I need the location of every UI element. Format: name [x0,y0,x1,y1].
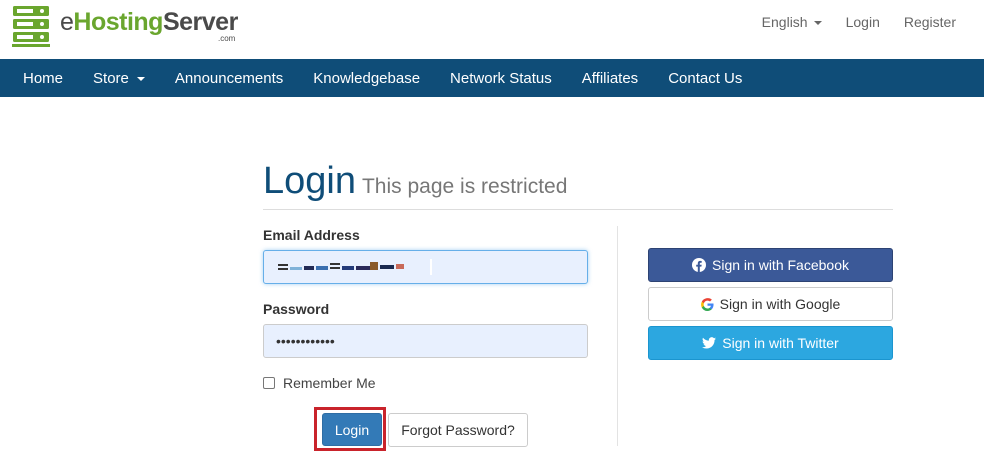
nav-announcements[interactable]: Announcements [160,70,298,87]
page-title-main: Login [263,160,356,202]
twitter-signin-label: Sign in with Twitter [722,335,839,351]
twitter-signin-button[interactable]: Sign in with Twitter [648,326,893,360]
top-login-link[interactable]: Login [834,14,892,30]
login-button[interactable]: Login [322,413,382,446]
facebook-signin-button[interactable]: Sign in with Facebook [648,248,893,282]
password-field[interactable] [263,324,588,358]
facebook-icon [692,258,707,272]
facebook-signin-label: Sign in with Facebook [712,257,849,273]
header: eHostingServer .com English Login Regist… [0,0,984,59]
email-label: Email Address [263,227,360,243]
top-register-link[interactable]: Register [892,14,968,30]
page-title: Login This page is restricted [263,160,567,203]
redacted-email-mark [278,259,432,275]
nav-network-status[interactable]: Network Status [435,70,567,87]
forgot-password-button[interactable]: Forgot Password? [388,413,528,447]
caret-down-icon [813,21,822,26]
title-divider [263,209,893,210]
caret-down-icon [136,76,145,81]
nav-store[interactable]: Store [78,70,160,87]
remember-checkbox[interactable] [263,377,275,389]
remember-label: Remember Me [283,375,376,391]
nav-store-label: Store [93,69,129,87]
main-nav: Home Store Announcements Knowledgebase N… [0,59,984,97]
logo-suffix: .com [218,34,236,43]
twitter-icon [702,337,717,349]
password-label: Password [263,301,330,317]
language-label: English [761,14,808,30]
remember-me[interactable]: Remember Me [263,375,376,391]
google-signin-label: Sign in with Google [719,296,841,312]
top-links: English Login Register [750,14,968,30]
nav-knowledgebase[interactable]: Knowledgebase [298,70,435,87]
logo-prefix: e [60,8,74,36]
server-stack-icon [12,6,50,47]
google-icon [700,297,714,311]
vertical-divider [617,226,618,446]
nav-contact-us[interactable]: Contact Us [653,70,757,87]
nav-home[interactable]: Home [8,70,78,87]
site-logo[interactable]: eHostingServer .com [12,4,242,48]
page-subtitle: This page is restricted [361,175,568,198]
google-signin-button[interactable]: Sign in with Google [648,287,893,321]
logo-server: Server [162,8,238,36]
logo-hosting: Hosting [73,8,163,36]
logo-wordmark: eHostingServer [60,8,238,37]
nav-affiliates[interactable]: Affiliates [567,70,653,87]
language-selector[interactable]: English [750,14,834,30]
